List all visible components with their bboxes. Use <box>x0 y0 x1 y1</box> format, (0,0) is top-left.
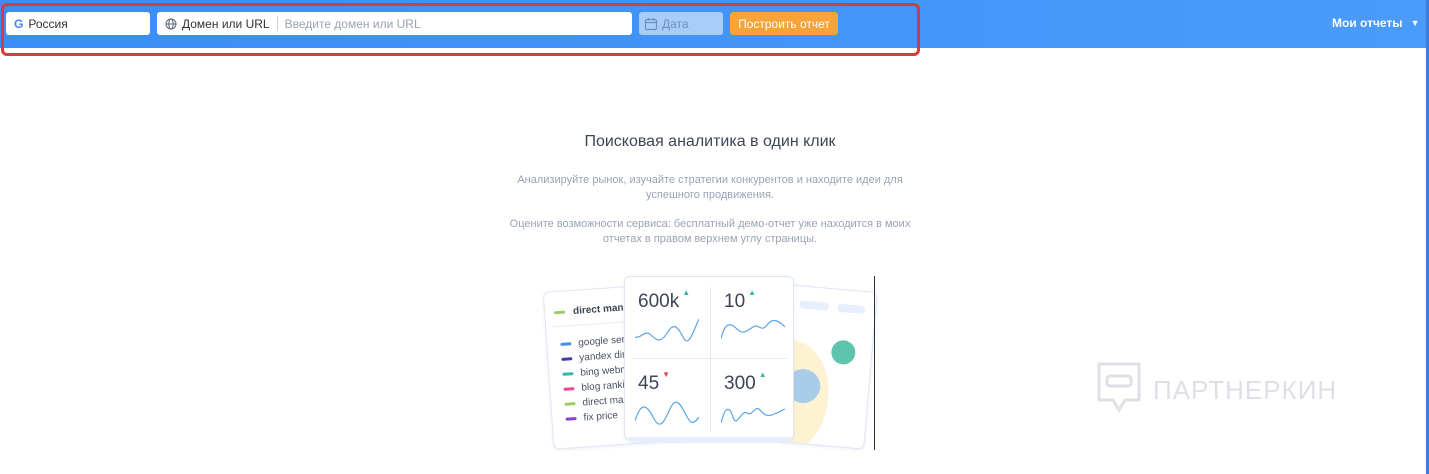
trend-up-icon: ▲ <box>748 288 757 297</box>
domain-type-dropdown[interactable]: Домен или URL <box>182 17 270 31</box>
chevron-down-icon: ▼ <box>1410 18 1420 28</box>
my-reports-label: Мои отчеты <box>1332 16 1403 30</box>
intro-paragraph: Анализируйте рынок, изучайте стратегии к… <box>517 174 903 201</box>
date-picker[interactable]: Дата <box>639 12 723 35</box>
my-reports-menu[interactable]: Мои отчеты ▼ <box>1332 16 1419 30</box>
build-report-button[interactable]: Построить отчет <box>730 12 838 35</box>
list-item-label: bing webm <box>580 364 630 379</box>
google-icon: G <box>14 16 24 31</box>
trend-up-icon: ▲ <box>682 288 691 297</box>
watermark: ПАРТНЕРКИН <box>1095 360 1337 420</box>
top-toolbar: G Россия Домен или URL Дата Построить от… <box>0 0 1427 48</box>
metric-cell: 10 ▲ <box>711 277 795 357</box>
domain-input[interactable] <box>284 16 632 31</box>
watermark-logo-icon <box>1097 362 1141 413</box>
demo-paragraph: Оцените возможности сервиса: бесплатный … <box>509 218 911 245</box>
domain-field[interactable]: Домен или URL <box>157 12 632 35</box>
list-item-label: fix price <box>583 410 619 424</box>
trend-up-icon: ▲ <box>758 370 767 379</box>
text-cursor <box>874 276 875 450</box>
sparkline <box>721 407 785 424</box>
page-title: Поисковая аналитика в один клик <box>584 133 836 150</box>
metric-cell: 45 ▼ <box>625 359 709 439</box>
list-item-label: google serp <box>577 334 631 349</box>
metric-value: 300 <box>724 373 756 394</box>
metric-value: 600k <box>638 291 680 312</box>
calendar-icon <box>644 17 658 31</box>
sparkline <box>635 318 699 342</box>
metric-cell: 600k ▲ <box>625 277 709 357</box>
date-label: Дата <box>662 16 689 31</box>
divider <box>276 16 278 31</box>
region-select[interactable]: G Россия <box>6 12 150 35</box>
watermark-text: ПАРТНЕРКИН <box>1153 374 1338 405</box>
metric-value: 10 <box>724 291 746 312</box>
sparkline <box>721 319 785 340</box>
metric-cell: 300 ▲ <box>711 359 795 439</box>
region-label: Россия <box>28 16 68 31</box>
illustration-metrics-card: 600k ▲ 10 ▲ 45 ▼ 300 ▲ <box>624 276 794 440</box>
metric-value: 45 <box>638 373 660 394</box>
left-card-header: direct mana <box>554 302 629 318</box>
globe-icon <box>165 18 177 30</box>
trend-down-icon: ▼ <box>662 370 671 379</box>
sparkline <box>635 401 699 425</box>
